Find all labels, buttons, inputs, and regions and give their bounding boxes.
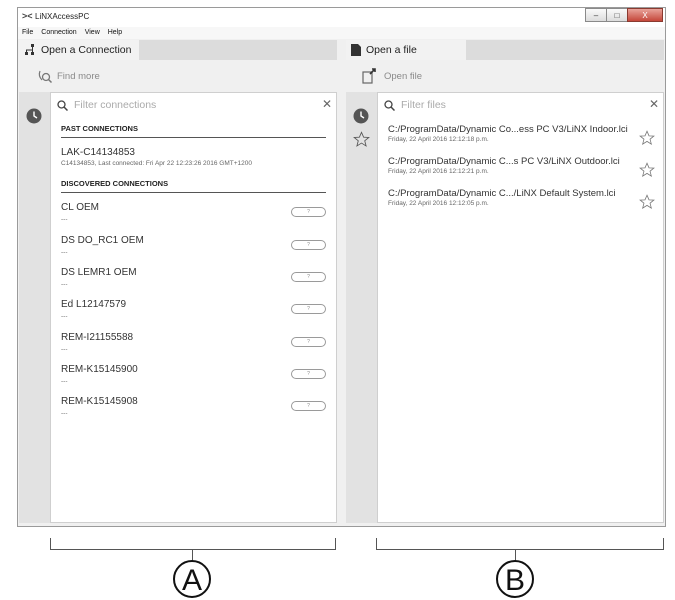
- find-more-icon: [38, 70, 53, 84]
- connection-detail: ---: [61, 410, 68, 417]
- clear-filter-icon[interactable]: ✕: [322, 97, 332, 111]
- file-date: Friday, 22 April 2016 12:12:21 p.m.: [388, 168, 489, 175]
- file-tabstrip: Open a file: [346, 40, 664, 60]
- file-date: Friday, 22 April 2016 12:12:18 p.m.: [388, 136, 489, 143]
- favorite-star-icon[interactable]: [639, 130, 655, 146]
- file-path: C:/ProgramData/Dynamic C...s PC V3/LiNX …: [388, 156, 620, 167]
- connection-filter: ✕: [57, 97, 332, 113]
- find-more-label: Find more: [57, 70, 100, 82]
- connection-name: REM-I21155588: [61, 332, 134, 343]
- connection-name: REM-K15145908: [61, 396, 138, 407]
- connection-status-toggle[interactable]: ?: [291, 207, 326, 217]
- app-logo: ><: [22, 11, 33, 21]
- clear-filter-icon[interactable]: ✕: [649, 97, 659, 111]
- file-pane: Open a file Open file Filter files ✕ C:/…: [346, 40, 664, 523]
- file-list: ✕ C:/ProgramData/Dynamic Co...ess PC V3/…: [377, 92, 664, 523]
- file-side-rail: [346, 92, 377, 523]
- menu-connection[interactable]: Connection: [37, 27, 80, 39]
- file-path: C:/ProgramData/Dynamic Co...ess PC V3/Li…: [388, 124, 628, 135]
- minimize-button[interactable]: –: [585, 8, 607, 22]
- connection-detail: ---: [61, 313, 68, 320]
- connection-name: Ed L12147579: [61, 299, 127, 310]
- favorite-star-icon[interactable]: [639, 194, 655, 210]
- connection-side-rail: [19, 92, 50, 523]
- connection-detail: ---: [61, 378, 68, 385]
- tree-connection-icon: [25, 44, 34, 55]
- connection-detail: ---: [61, 281, 68, 288]
- history-clock-icon[interactable]: [26, 108, 42, 124]
- callout-label-b: B: [496, 560, 534, 598]
- file-path: C:/ProgramData/Dynamic C.../LiNX Default…: [388, 188, 616, 199]
- past-connections-header: PAST CONNECTIONS: [61, 124, 326, 138]
- tab-label: Open a Connection: [41, 44, 132, 56]
- file-date: Friday, 22 April 2016 12:12:05 p.m.: [388, 200, 489, 207]
- connection-pane: Open a Connection Find more Filter conne…: [19, 40, 337, 523]
- file-item[interactable]: C:/ProgramData/Dynamic C...s PC V3/LiNX …: [388, 156, 657, 178]
- connection-detail: ---: [61, 216, 68, 223]
- past-connection-detail: C14134853, Last connected: Fri Apr 22 12…: [61, 160, 252, 167]
- connection-search-input[interactable]: [74, 99, 304, 111]
- connection-status-toggle[interactable]: ?: [291, 337, 326, 347]
- history-clock-icon[interactable]: [353, 108, 369, 124]
- favorites-star-icon[interactable]: [353, 131, 370, 148]
- tab-open-file[interactable]: Open a file: [346, 40, 466, 60]
- connection-status-toggle[interactable]: ?: [291, 240, 326, 250]
- callout-bracket-a: [50, 538, 336, 550]
- callout-bracket-b: [376, 538, 664, 550]
- connection-detail: ---: [61, 249, 68, 256]
- connection-name: DS DO_RC1 OEM: [61, 235, 144, 246]
- menu-help[interactable]: Help: [104, 27, 126, 39]
- open-file-icon: [362, 68, 376, 84]
- file-item[interactable]: C:/ProgramData/Dynamic Co...ess PC V3/Li…: [388, 124, 657, 146]
- connection-list: ✕ PAST CONNECTIONS LAK-C14134853 C141348…: [50, 92, 337, 523]
- close-button[interactable]: X: [627, 8, 663, 22]
- connection-status-toggle[interactable]: ?: [291, 304, 326, 314]
- discovered-connections-header: DISCOVERED CONNECTIONS: [61, 179, 326, 193]
- document-icon: [351, 44, 361, 56]
- find-more-button[interactable]: Find more: [19, 60, 337, 92]
- connection-status-toggle[interactable]: ?: [291, 272, 326, 282]
- connection-tabstrip: Open a Connection: [19, 40, 337, 60]
- connection-detail: ---: [61, 346, 68, 353]
- search-icon: [384, 99, 395, 111]
- tab-label: Open a file: [366, 44, 417, 56]
- tab-open-connection[interactable]: Open a Connection: [19, 40, 139, 60]
- past-connection-name[interactable]: LAK-C14134853: [61, 147, 135, 158]
- callout-label-a: A: [173, 560, 211, 598]
- app-window: >< LiNXAccessPC – □ X File Connection Vi…: [17, 7, 666, 527]
- window-controls: – □ X: [585, 8, 663, 22]
- window-title: LiNXAccessPC: [35, 12, 90, 21]
- connection-name: REM-K15145900: [61, 364, 138, 375]
- open-file-label: Open file: [384, 70, 423, 82]
- maximize-button[interactable]: □: [606, 8, 628, 22]
- file-item[interactable]: C:/ProgramData/Dynamic C.../LiNX Default…: [388, 188, 657, 210]
- file-filter: ✕: [384, 97, 659, 113]
- menu-bar: File Connection View Help: [18, 27, 665, 39]
- favorite-star-icon[interactable]: [639, 162, 655, 178]
- connection-status-toggle[interactable]: ?: [291, 369, 326, 379]
- file-search-input[interactable]: [401, 99, 631, 111]
- menu-file[interactable]: File: [18, 27, 37, 39]
- connection-name: DS LEMR1 OEM: [61, 267, 137, 278]
- open-file-button[interactable]: Open file: [346, 60, 664, 92]
- connection-status-toggle[interactable]: ?: [291, 401, 326, 411]
- title-bar[interactable]: >< LiNXAccessPC – □ X: [18, 8, 665, 27]
- menu-view[interactable]: View: [81, 27, 104, 39]
- search-icon: [57, 99, 68, 111]
- connection-name: CL OEM: [61, 202, 99, 213]
